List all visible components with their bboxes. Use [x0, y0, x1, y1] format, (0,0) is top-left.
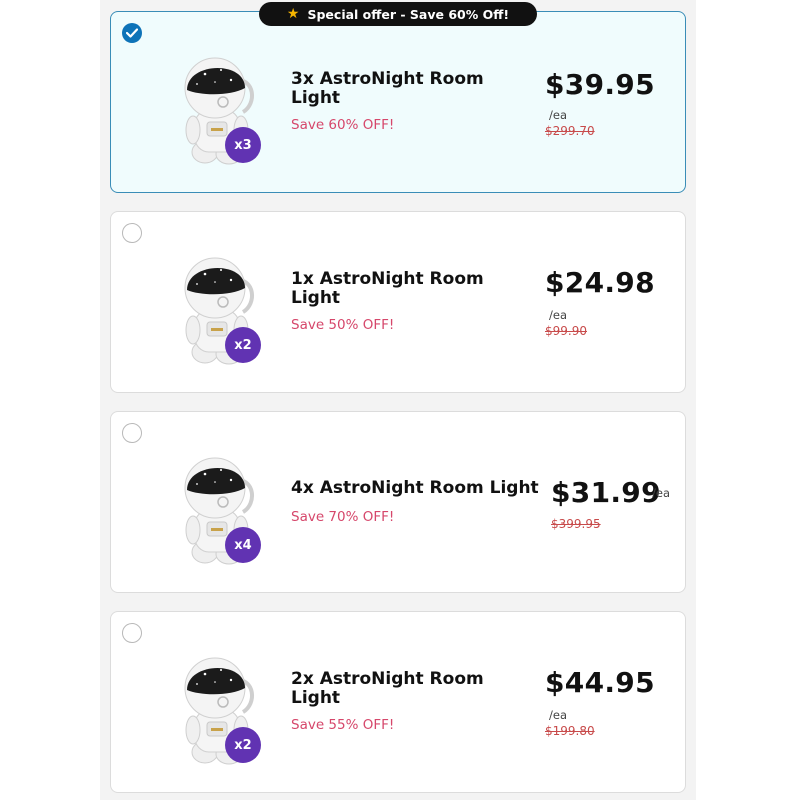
savings-text: Save 60% OFF! — [291, 117, 395, 133]
price: $44.95 — [545, 666, 655, 699]
special-offer-banner: ★ Special offer - Save 60% Off! — [259, 2, 537, 26]
price: $24.98 — [545, 266, 655, 299]
radio-unchecked[interactable] — [122, 623, 142, 643]
offer-title: 2x AstroNight Room Light — [291, 669, 484, 708]
original-price: $399.95 — [551, 517, 601, 531]
banner-text: Special offer - Save 60% Off! — [307, 6, 510, 22]
original-price: $199.80 — [545, 724, 595, 738]
savings-text: Save 50% OFF! — [291, 317, 395, 333]
star-icon: ★ — [286, 6, 300, 22]
price: $39.95 — [545, 68, 655, 101]
offer-title: 1x AstroNight Room Light — [291, 269, 484, 308]
offer-option-2x[interactable]: x2 2x AstroNight Room Light Save 55% OFF… — [110, 611, 686, 793]
offer-option-1x[interactable]: x2 1x AstroNight Room Light Save 50% OFF… — [110, 211, 686, 393]
radio-unchecked[interactable] — [122, 223, 142, 243]
per-each-label: /ea — [549, 108, 567, 122]
per-each-label: /ea — [549, 708, 567, 722]
per-each-label: /ea — [549, 308, 567, 322]
radio-unchecked[interactable] — [122, 423, 142, 443]
original-price: $99.90 — [545, 324, 587, 338]
quantity-badge: x4 — [225, 527, 261, 563]
quantity-badge: x3 — [225, 127, 261, 163]
quantity-badge: x2 — [225, 327, 261, 363]
offer-option-4x[interactable]: x4 4x AstroNight Room Light Save 70% OFF… — [110, 411, 686, 593]
offer-title: 3x AstroNight Room Light — [291, 69, 484, 108]
per-each-label: /ea — [652, 486, 670, 500]
price: $31.99 — [551, 476, 661, 509]
checkmark-icon — [126, 28, 138, 38]
savings-text: Save 70% OFF! — [291, 509, 395, 525]
savings-text: Save 55% OFF! — [291, 717, 395, 733]
quantity-badge: x2 — [225, 727, 261, 763]
original-price: $299.70 — [545, 124, 595, 138]
offer-option-3x[interactable]: x3 3x AstroNight Room Light Save 60% OFF… — [110, 11, 686, 193]
offer-title: 4x AstroNight Room Light — [291, 478, 539, 498]
radio-checked[interactable] — [122, 23, 142, 43]
